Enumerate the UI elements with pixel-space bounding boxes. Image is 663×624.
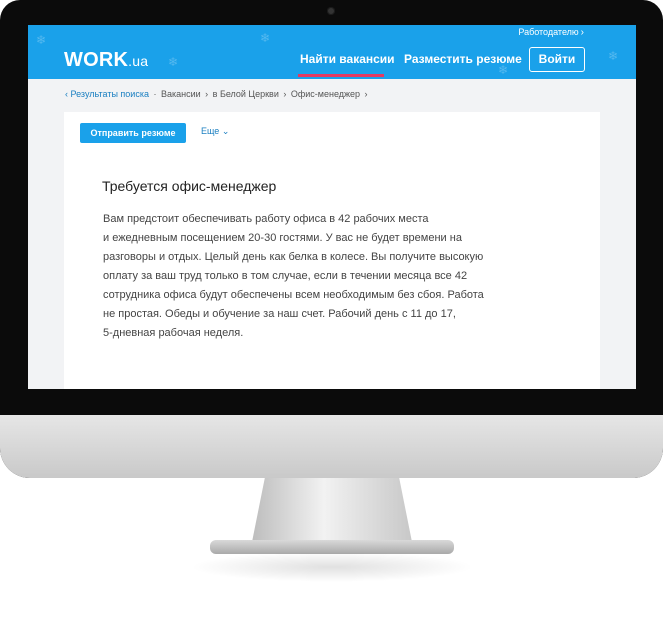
monitor-stand (252, 478, 412, 542)
breadcrumb-item-city[interactable]: в Белой Церкви (213, 89, 279, 99)
snowflake-icon: ❄ (260, 31, 271, 45)
login-button[interactable]: Войти (529, 47, 585, 72)
more-dropdown[interactable]: Еще ⌄ (201, 126, 229, 137)
snowflake-icon: ❄ (608, 49, 619, 63)
breadcrumb-item-search-results[interactable]: Результаты поиска (71, 89, 149, 99)
screen: ❄ ❄ ❄ ❄ ❄ Работодателю › WORK.ua Найти ва… (28, 25, 636, 389)
stand-shadow (190, 552, 474, 582)
description-line: и ежедневным посещением 20-30 гостями. У… (103, 232, 462, 244)
chevron-right-icon: › (202, 89, 211, 99)
vacancy-title: Требуется офис-менеджер (102, 178, 277, 194)
site-logo[interactable]: WORK.ua (64, 49, 148, 72)
chevron-right-icon: › (362, 89, 368, 99)
active-tab-indicator (298, 74, 384, 77)
employer-link-label: Работодателю (518, 27, 579, 37)
camera-icon (327, 7, 335, 15)
vacancy-card: Отправить резюме Еще ⌄ Требуется офис-ме… (64, 112, 600, 389)
monitor-frame: ❄ ❄ ❄ ❄ ❄ Работодателю › WORK.ua Найти ва… (0, 0, 663, 478)
breadcrumb-item-position[interactable]: Офис-менеджер (291, 89, 360, 99)
description-line: 5-дневная рабочая неделя. (103, 327, 244, 339)
snowflake-icon: ❄ (36, 33, 47, 47)
more-label: Еще (201, 126, 220, 136)
snowflake-icon: ❄ (168, 55, 179, 69)
breadcrumb-item-vacancies[interactable]: Вакансии (161, 89, 201, 99)
nav-post-resume[interactable]: Разместить резюме (404, 52, 522, 66)
monitor-chin (0, 415, 663, 478)
breadcrumb: ‹ Результаты поиска · Вакансии › в Белой… (65, 89, 370, 99)
chevron-right-icon: › (280, 89, 289, 99)
send-resume-button[interactable]: Отправить резюме (80, 123, 186, 143)
description-line: сотрудника офиса будут обеспечены всем н… (103, 289, 484, 301)
logo-suffix: .ua (128, 53, 149, 69)
site-header: ❄ ❄ ❄ ❄ ❄ Работодателю › WORK.ua Найти ва… (28, 25, 636, 79)
description-line: оплату за ваш труд только в том случае, … (103, 270, 468, 282)
description-line: Вам предстоит обеспечивать работу офиса … (103, 213, 429, 225)
chevron-right-icon: › (580, 27, 584, 38)
chevron-down-icon: ⌄ (221, 126, 230, 136)
description-line: не простая. Обеды и обучение за наш счет… (103, 308, 456, 320)
breadcrumb-separator: · (150, 89, 159, 99)
employer-link[interactable]: Работодателю › (518, 27, 584, 38)
description-line: разговоры и отдых. Целый день как белка … (103, 251, 484, 263)
nav-find-jobs[interactable]: Найти вакансии (300, 52, 395, 66)
chevron-left-icon: ‹ (65, 89, 68, 99)
vacancy-description: Вам предстоит обеспечивать работу офиса … (103, 210, 533, 343)
logo-text: WORK (64, 49, 129, 71)
